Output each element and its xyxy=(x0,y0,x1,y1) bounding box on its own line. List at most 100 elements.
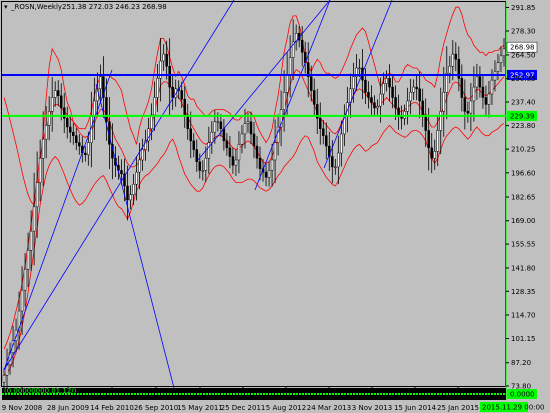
candle-body xyxy=(228,147,232,157)
y-tick-label: 155.55 xyxy=(511,241,536,249)
candle-body xyxy=(282,92,286,110)
candle-body xyxy=(249,121,253,135)
candle-body xyxy=(331,156,334,168)
candle-body xyxy=(406,100,409,112)
candle-body xyxy=(442,92,446,112)
candle-body xyxy=(490,79,494,95)
candle-body xyxy=(364,79,367,93)
chart: 268.98 252.97 229.39 291.85 278.30 264.50 250… xyxy=(0,0,550,413)
candle-body xyxy=(499,55,503,64)
y-tick-label: 87.20 xyxy=(511,359,531,367)
candle-body xyxy=(288,57,292,76)
candle-body xyxy=(418,88,421,102)
candle-body xyxy=(231,156,235,166)
candle-body xyxy=(126,185,129,201)
candle-body xyxy=(421,100,424,116)
candle-body xyxy=(132,184,135,195)
candle-body xyxy=(451,53,455,67)
candle-body xyxy=(198,161,202,171)
candle-body xyxy=(322,128,325,136)
candle-body xyxy=(219,121,223,129)
candle-body xyxy=(183,98,186,116)
x-tick-label: 25 Dec 2011 xyxy=(221,404,266,412)
candle-body xyxy=(385,78,388,84)
candle-body xyxy=(469,100,473,114)
candle-body xyxy=(334,166,337,168)
candle-body xyxy=(340,133,343,154)
chart-canvas[interactable]: 268.98252.97229.39 291.85278.30264.50250… xyxy=(0,0,550,413)
cursor-date-label: 2015.11.29 00:00 xyxy=(482,404,544,412)
chart-header: ▾ _ROSN,Weekly 251.38 272.03 246.23 268.… xyxy=(4,3,167,11)
candle-body xyxy=(207,142,211,159)
y-tick-label: 210.25 xyxy=(511,146,536,154)
y-tick-label: 196.60 xyxy=(511,169,536,177)
candle-body xyxy=(319,118,322,129)
candle-body xyxy=(415,86,418,90)
x-tick-label: 28 Jun 2009 xyxy=(47,404,89,412)
candle-body xyxy=(44,125,48,140)
x-tick-label: 24 Mar 2013 xyxy=(307,404,351,412)
candle-body xyxy=(165,53,168,67)
candle-body xyxy=(433,151,436,159)
candle-body xyxy=(195,149,199,162)
candle-body xyxy=(273,142,277,161)
candle-body xyxy=(135,171,138,185)
candle-body xyxy=(475,76,479,88)
candle-body xyxy=(427,130,430,149)
candle-body xyxy=(376,105,379,109)
x-tick-label: 14 Feb 2010 xyxy=(90,404,134,412)
candle-body xyxy=(258,157,262,169)
candle-body xyxy=(481,86,485,98)
candle-body xyxy=(29,230,33,251)
y-tick-label: 169.00 xyxy=(511,217,536,225)
y-tick-label: 223.80 xyxy=(511,122,536,130)
candle-body xyxy=(105,97,108,123)
x-tick-label: 26 Sep 2010 xyxy=(134,404,178,412)
candle-body xyxy=(409,92,412,102)
candle-body xyxy=(463,97,467,112)
symbol-label: _ROSN,Weekly xyxy=(10,3,62,11)
x-tick-label: 3 Nov 2013 xyxy=(352,404,392,412)
candle-body xyxy=(192,140,196,150)
x-tick-label: 5 Aug 2012 xyxy=(266,404,306,412)
candle-body xyxy=(267,170,271,178)
candle-body xyxy=(478,76,482,88)
candle-body xyxy=(367,92,370,98)
header-arrow-icon: ▾ xyxy=(4,3,8,11)
candle-body xyxy=(237,144,241,161)
candle-body xyxy=(240,133,244,145)
candle-body xyxy=(358,67,361,70)
candle-body xyxy=(153,97,156,116)
candle-body xyxy=(138,159,141,173)
candle-body xyxy=(309,76,313,91)
y-tick-label: 101.15 xyxy=(511,335,536,343)
x-tick-label: 15 Jun 2014 xyxy=(394,404,437,412)
candle-body xyxy=(26,249,30,270)
candle-body xyxy=(412,86,415,93)
candle-body xyxy=(460,78,464,98)
candle-body xyxy=(47,111,51,126)
candle-body xyxy=(487,93,491,105)
candle-body xyxy=(379,93,382,107)
y-tick-label: 291.85 xyxy=(511,4,536,12)
candle-body xyxy=(373,102,376,109)
candle-body xyxy=(66,118,69,128)
candle-body xyxy=(189,128,192,142)
candle-body xyxy=(162,53,165,62)
candle-body xyxy=(168,65,171,88)
indicator-value: 0.0000 xyxy=(510,391,535,399)
candle-body xyxy=(32,206,36,232)
candle-body xyxy=(59,95,63,109)
y-tick-label: 182.65 xyxy=(511,194,536,202)
candle-body xyxy=(312,90,316,105)
y-tick-label: 278.30 xyxy=(511,27,536,35)
y-tick-label: 250.85 xyxy=(511,75,536,83)
candle-body xyxy=(204,157,208,171)
candle-body xyxy=(484,97,488,105)
candle-body xyxy=(87,142,90,156)
x-tick-label: 25 Jan 2015 xyxy=(437,404,479,412)
candle-body xyxy=(35,182,39,208)
y-tick-label: 128.35 xyxy=(511,288,536,296)
candle-body xyxy=(50,97,54,112)
candle-body xyxy=(300,39,304,53)
